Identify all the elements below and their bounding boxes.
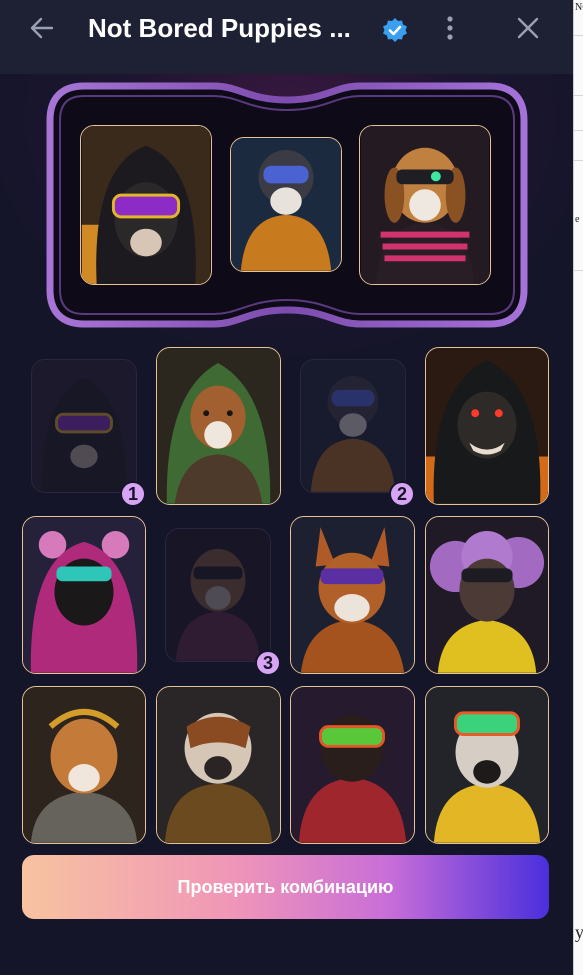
dog-card-10[interactable] xyxy=(156,686,281,844)
dog-portrait-image xyxy=(157,348,280,504)
dog-portrait-image xyxy=(23,687,145,843)
dog-portrait-image xyxy=(360,126,490,284)
mini-app-window: Not Bored Puppies ... 1 2 3 Проверить ко… xyxy=(0,0,573,975)
dog-portrait-image xyxy=(291,687,414,843)
dog-card-1[interactable] xyxy=(31,359,137,493)
dog-portrait-image xyxy=(32,360,136,492)
background-text-fragment: y xyxy=(575,922,583,942)
close-icon xyxy=(517,17,539,39)
more-menu-button[interactable] xyxy=(432,10,468,46)
dog-portrait-image xyxy=(81,126,211,284)
arrow-left-icon xyxy=(30,17,54,39)
selected-slot-1[interactable] xyxy=(80,125,212,285)
dog-card-12[interactable] xyxy=(425,686,549,844)
dog-portrait-image xyxy=(166,529,270,661)
dog-portrait-image xyxy=(291,517,414,673)
dog-card-11[interactable] xyxy=(290,686,415,844)
dog-portrait-image xyxy=(23,517,145,673)
dog-card-9[interactable] xyxy=(22,686,146,844)
dog-portrait-image xyxy=(157,687,280,843)
dog-card-2[interactable] xyxy=(156,347,281,505)
background-text-fragment: NC xyxy=(575,2,583,13)
close-button[interactable] xyxy=(510,10,546,46)
dog-card-6[interactable] xyxy=(165,528,271,662)
selected-slot-2[interactable] xyxy=(230,137,342,272)
selection-order-badge: 2 xyxy=(389,481,415,507)
background-page-strip: NC e y xyxy=(573,0,583,975)
dog-card-3[interactable] xyxy=(300,359,406,493)
dog-portrait-image xyxy=(231,138,341,271)
check-combination-button[interactable]: Проверить комбинацию xyxy=(22,855,549,919)
dog-portrait-image xyxy=(301,360,405,492)
dog-portrait-image xyxy=(426,687,548,843)
selection-order-badge: 3 xyxy=(255,650,281,676)
page-title: Not Bored Puppies ... xyxy=(88,13,351,43)
dog-portrait-image xyxy=(426,517,548,673)
more-vertical-icon xyxy=(447,16,453,40)
dog-card-7[interactable] xyxy=(290,516,415,674)
verified-badge-icon xyxy=(383,18,407,42)
app-header: Not Bored Puppies ... xyxy=(0,0,573,74)
selection-order-badge: 1 xyxy=(120,481,146,507)
dog-card-4[interactable] xyxy=(425,347,549,505)
background-text-fragment: e xyxy=(575,214,580,225)
dog-card-5[interactable] xyxy=(22,516,146,674)
dog-card-8[interactable] xyxy=(425,516,549,674)
back-button[interactable] xyxy=(24,10,60,46)
selected-slot-3[interactable] xyxy=(359,125,491,285)
dog-portrait-image xyxy=(426,348,548,504)
